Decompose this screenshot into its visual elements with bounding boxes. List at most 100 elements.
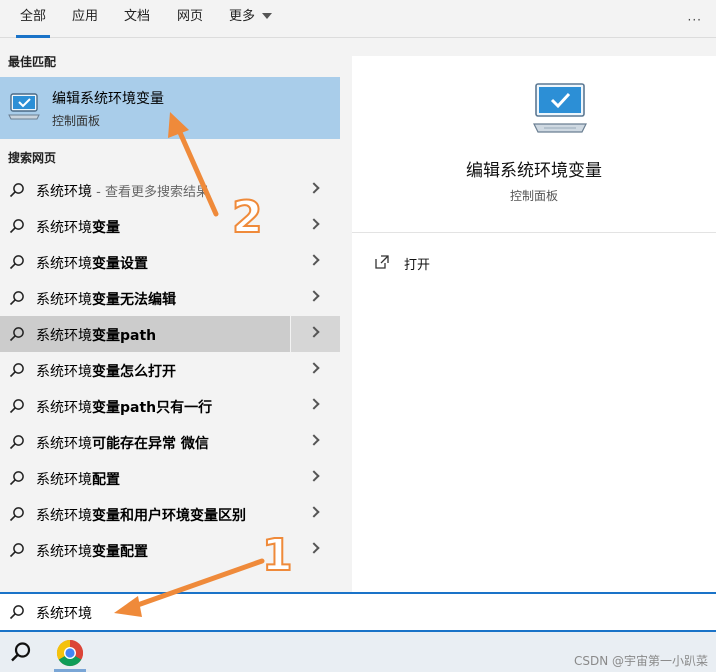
result-match: 可能存在异常 微信 [92, 436, 209, 452]
result-match: 配置 [92, 472, 120, 488]
tab-documents[interactable]: 文档 [124, 0, 150, 38]
web-result-text: 系统环境变量设置 [36, 253, 148, 273]
result-match: 变量path [92, 328, 157, 344]
monitor-check-icon [8, 93, 40, 120]
web-result-text: 系统环境变量 [36, 217, 120, 237]
web-result-main[interactable]: 系统环境可能存在异常 微信 [0, 424, 290, 460]
result-expand-button[interactable] [291, 496, 340, 532]
result-prefix: 系统环境 [36, 292, 92, 308]
more-options-button[interactable]: ··· [688, 13, 702, 27]
result-expand-button[interactable] [291, 280, 340, 316]
result-match: 变量无法编辑 [92, 292, 176, 308]
result-suffix: - 查看更多搜索结果 [92, 185, 209, 200]
result-prefix: 系统环境 [36, 544, 92, 560]
result-expand-button[interactable] [291, 208, 340, 244]
search-input[interactable] [36, 602, 636, 624]
result-match: 变量path只有一行 [92, 400, 213, 416]
web-result-main[interactable]: 系统环境变量和用户环境变量区别 [0, 496, 290, 532]
result-match: 变量和用户环境变量区别 [92, 508, 246, 524]
search-icon [9, 219, 24, 234]
result-prefix: 系统环境 [36, 328, 92, 344]
web-result-main[interactable]: 系统环境变量path [0, 316, 290, 352]
annotation-step-1: 1 [261, 529, 294, 582]
web-result-row[interactable]: 系统环境可能存在异常 微信 [0, 424, 340, 460]
web-result-row[interactable]: 系统环境变量无法编辑 [0, 280, 340, 316]
web-result-text: 系统环境变量怎么打开 [36, 361, 176, 381]
web-result-text: 系统环境变量无法编辑 [36, 289, 176, 309]
web-result-main[interactable]: 系统环境变量无法编辑 [0, 280, 290, 316]
web-result-main[interactable]: 系统环境变量设置 [0, 244, 290, 280]
chevron-right-icon [308, 434, 320, 446]
web-result-text: 系统环境配置 [36, 469, 120, 489]
web-result-row[interactable]: 系统环境变量和用户环境变量区别 [0, 496, 340, 532]
tab-all[interactable]: 全部 [15, 0, 51, 38]
search-icon [9, 327, 24, 342]
result-expand-button[interactable] [291, 244, 340, 280]
result-match: 变量怎么打开 [92, 364, 176, 380]
result-match: 变量配置 [92, 544, 148, 560]
search-icon [9, 291, 24, 306]
detail-subtitle: 控制面板 [509, 189, 558, 203]
result-expand-button[interactable] [291, 172, 340, 208]
web-result-main[interactable]: 系统环境变量path只有一行 [0, 388, 290, 424]
web-result-row[interactable]: 系统环境变量path只有一行 [0, 388, 340, 424]
result-expand-button[interactable] [291, 388, 340, 424]
web-result-text: 系统环境变量path只有一行 [36, 397, 212, 417]
detail-divider [352, 232, 716, 233]
result-match: 变量 [92, 220, 120, 236]
tab-web[interactable]: 网页 [177, 0, 203, 38]
chevron-right-icon [308, 218, 320, 230]
web-result-row[interactable]: 系统环境变量path [0, 316, 340, 352]
results-panel: 最佳匹配 编辑系统环境变量 控制面板 搜索网页 系统环境 - 查看更多搜索结果系… [0, 39, 340, 592]
result-prefix: 系统环境 [36, 400, 92, 416]
tab-apps[interactable]: 应用 [72, 0, 98, 38]
chrome-icon[interactable] [56, 639, 84, 667]
best-match-subtitle: 控制面板 [52, 114, 101, 128]
chevron-right-icon [308, 182, 320, 194]
search-icon[interactable] [10, 641, 32, 663]
result-prefix: 系统环境 [36, 256, 92, 272]
result-prefix: 系统环境 [36, 508, 92, 524]
result-match: 变量设置 [92, 256, 148, 272]
web-result-row[interactable]: 系统环境变量设置 [0, 244, 340, 280]
annotation-step-2: 2 [231, 191, 264, 244]
web-result-main[interactable]: 系统环境配置 [0, 460, 290, 496]
web-result-main[interactable]: 系统环境变量配置 [0, 532, 290, 568]
search-icon [9, 363, 24, 378]
web-result-row[interactable]: 系统环境配置 [0, 460, 340, 496]
web-result-row[interactable]: 系统环境变量 [0, 208, 340, 244]
search-icon [9, 471, 24, 486]
result-prefix: 系统环境 [36, 364, 92, 380]
open-external-icon [375, 255, 389, 269]
result-expand-button[interactable] [291, 316, 340, 352]
web-search-heading: 搜索网页 [8, 151, 57, 165]
tab-more[interactable]: 更多 [229, 0, 255, 38]
result-expand-button[interactable] [291, 460, 340, 496]
chevron-right-icon [308, 326, 320, 338]
result-prefix: 系统环境 [36, 436, 92, 452]
web-result-row[interactable]: 系统环境 - 查看更多搜索结果 [0, 172, 340, 208]
best-match-heading: 最佳匹配 [8, 55, 57, 69]
result-expand-button[interactable] [291, 352, 340, 388]
taskbar: CSDN @宇宙第一小趴菜 [0, 632, 716, 672]
web-result-text: 系统环境变量配置 [36, 541, 148, 561]
web-result-text: 系统环境变量path [36, 325, 156, 345]
result-expand-button[interactable] [291, 532, 340, 568]
web-result-main[interactable]: 系统环境变量怎么打开 [0, 352, 290, 388]
chevron-right-icon [308, 254, 320, 266]
open-label: 打开 [404, 258, 431, 273]
best-match-item[interactable]: 编辑系统环境变量 控制面板 [0, 77, 340, 139]
chevron-right-icon [308, 398, 320, 410]
search-icon [9, 183, 24, 198]
result-expand-button[interactable] [291, 424, 340, 460]
search-tabs: 全部 应用 文档 网页 更多 ··· [0, 0, 716, 38]
chevron-right-icon [308, 470, 320, 482]
chevron-right-icon [308, 290, 320, 302]
search-icon [9, 435, 24, 450]
detail-pane: 编辑系统环境变量 控制面板 打开 [352, 56, 716, 592]
chevron-right-icon [308, 362, 320, 374]
search-icon [9, 255, 24, 270]
web-result-row[interactable]: 系统环境变量怎么打开 [0, 352, 340, 388]
web-result-text: 系统环境变量和用户环境变量区别 [36, 505, 246, 525]
chevron-right-icon [308, 506, 320, 518]
